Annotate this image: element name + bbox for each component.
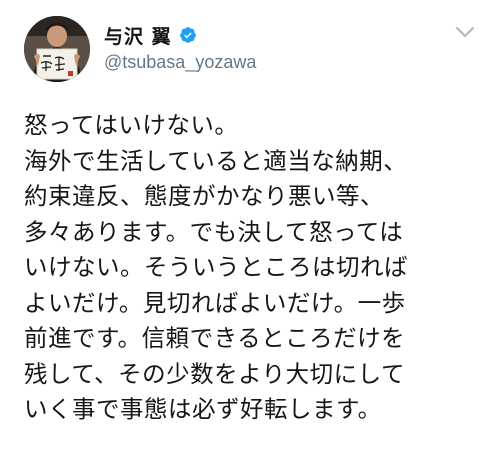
tweet-text-line: 残して、その少数をより大切にして	[24, 359, 405, 388]
tweet-text-line: 海外で生活していると適当な納期、	[24, 146, 408, 175]
tweet-text: 怒ってはいけない。 海外で生活していると適当な納期、 約束違反、態度がかなり悪い…	[24, 108, 484, 428]
chevron-down-icon[interactable]	[454, 24, 476, 38]
verified-badge-icon	[179, 26, 197, 44]
tweet-text-line: いけない。そういうところは切れば	[24, 253, 408, 281]
tweet-header: 与沢 翼 @tsubasa_yozawa	[24, 16, 476, 88]
tweet-text-line: 約束違反、態度がかなり悪い等、	[24, 182, 384, 210]
tweet-text-line: 多々あります。でも決して怒っては	[24, 217, 404, 246]
author-display-name[interactable]: 与沢 翼	[104, 22, 172, 49]
avatar[interactable]	[24, 16, 90, 82]
tweet-text-line: よいだけ。見切ればよいだけ。一歩	[24, 288, 406, 317]
tweet-card: 与沢 翼 @tsubasa_yozawa 怒ってはいけない。 海外で生活している…	[0, 0, 500, 460]
author-name-row: 与沢 翼	[104, 22, 256, 48]
author-handle[interactable]: @tsubasa_yozawa	[104, 52, 256, 73]
tweet-text-line: いく事で事態は必ず好転します。	[24, 395, 382, 423]
tweet-text-line: 怒ってはいけない。	[24, 111, 239, 139]
avatar-photo	[24, 16, 90, 82]
author-block: 与沢 翼 @tsubasa_yozawa	[104, 22, 256, 73]
tweet-text-line: 前進です。信頼できるところだけを	[24, 324, 406, 352]
